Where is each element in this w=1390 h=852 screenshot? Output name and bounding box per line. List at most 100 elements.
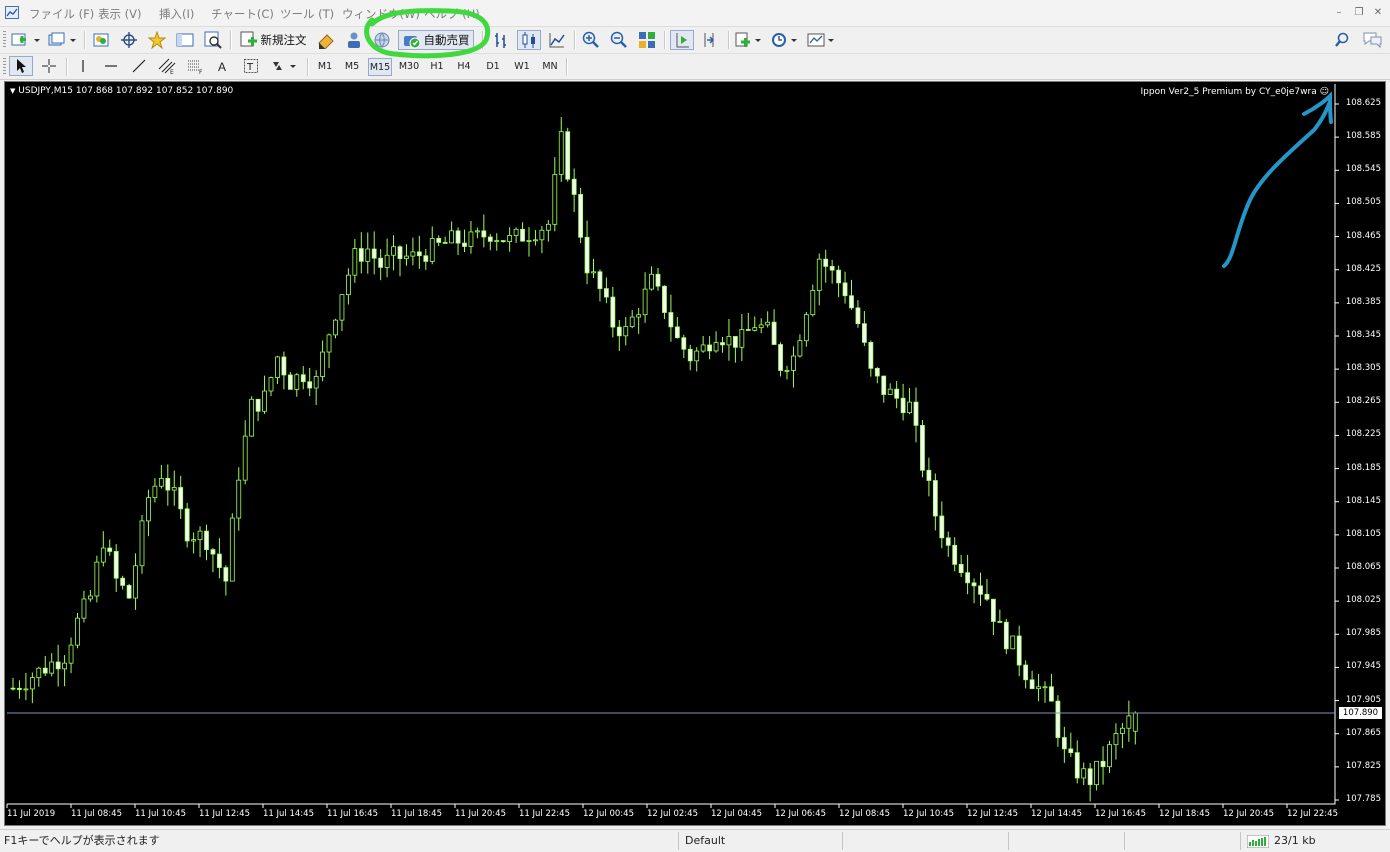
auto-scroll-button[interactable]: [699, 30, 721, 50]
cursor-tool-button[interactable]: [9, 56, 33, 76]
candle-body-bear: [958, 563, 964, 574]
indicators-button[interactable]: [734, 30, 764, 50]
bar-chart-button[interactable]: [490, 30, 512, 50]
status-profile[interactable]: Default: [685, 830, 725, 852]
zoom-in-button[interactable]: [580, 30, 602, 50]
time-tick-label: 11 Jul 18:45: [391, 809, 442, 819]
zoom-out-button[interactable]: [608, 30, 630, 50]
metaeditor-button[interactable]: [315, 30, 337, 50]
candle-body-bear: [932, 480, 938, 517]
candle-body-bull: [1036, 686, 1041, 690]
new-chart-button[interactable]: [10, 30, 42, 50]
candles: [10, 117, 1138, 802]
market-watch-button[interactable]: [90, 30, 112, 50]
timeframe-h1[interactable]: H1: [425, 58, 449, 76]
strategy-tester-button[interactable]: [202, 30, 224, 50]
candle-body-bull: [158, 477, 164, 487]
search-button[interactable]: [1332, 30, 1352, 50]
horizontal-line-button[interactable]: [100, 56, 122, 76]
candle-body-bull: [726, 336, 732, 346]
candle-body-bear: [1055, 700, 1061, 738]
restore-icon[interactable]: ❐: [1352, 7, 1366, 19]
candlestick-icon: [522, 32, 535, 48]
timeframe-h4[interactable]: H4: [452, 58, 476, 76]
trendline-button[interactable]: [128, 56, 150, 76]
timeframe-m1[interactable]: M1: [313, 58, 337, 76]
candle-body-bear: [1068, 748, 1074, 754]
vertical-line-button[interactable]: [72, 56, 94, 76]
vps-button[interactable]: [371, 30, 393, 50]
text-label-button[interactable]: T: [240, 56, 262, 76]
tile-windows-button[interactable]: [636, 30, 658, 50]
status-divider: [1124, 832, 1125, 850]
auto-trading-button[interactable]: 自動売買: [398, 30, 474, 50]
price-tick-label: 108.225: [1345, 429, 1381, 440]
candle-body-bull: [649, 273, 654, 290]
menu-chart[interactable]: チャート(C): [211, 6, 274, 22]
candle-body-bull: [752, 327, 758, 331]
candle-body-bull: [816, 258, 822, 291]
time-tick-label: 12 Jul 08:45: [839, 809, 890, 819]
toolbar-separator: [66, 58, 68, 76]
equidistant-channel-button[interactable]: E: [156, 56, 178, 76]
candle-body-bear: [745, 329, 751, 331]
toolbar-grip[interactable]: [3, 31, 6, 49]
text-tool-button[interactable]: A: [212, 56, 234, 76]
menu-help[interactable]: ヘルプ (H): [424, 6, 480, 22]
timeframe-mn[interactable]: MN: [537, 58, 563, 76]
candle-body-bull: [139, 520, 145, 567]
timeframe-d1[interactable]: D1: [481, 58, 505, 76]
candle-body-bull: [294, 374, 300, 390]
navigator-button[interactable]: [146, 30, 168, 50]
profiles-button[interactable]: [46, 30, 78, 50]
signals-button[interactable]: [343, 30, 365, 50]
price-chart[interactable]: [5, 82, 1385, 825]
candle-body-bear: [571, 178, 577, 195]
time-tick-label: 12 Jul 20:45: [1223, 809, 1274, 819]
chart-window[interactable]: ▼ USDJPY,M15 107.868 107.892 107.852 107…: [4, 81, 1386, 826]
timeframe-m15[interactable]: M15: [368, 58, 392, 76]
fibonacci-button[interactable]: F: [184, 56, 206, 76]
menu-bar: ファイル (F) 表示 (V) 挿入(I) チャート(C) ツール (T) ウィ…: [0, 0, 1390, 27]
candle-body-bear: [107, 547, 113, 552]
crosshair-tool-button[interactable]: [38, 56, 60, 76]
navigator-star-icon: [148, 31, 166, 49]
close-icon[interactable]: ✕: [1371, 7, 1385, 19]
new-order-button[interactable]: 新規注文: [237, 30, 309, 50]
candle-body-bear: [984, 593, 990, 600]
status-help-text: F1キーでヘルプが表示されます: [4, 834, 160, 847]
candle-body-bull: [333, 319, 338, 336]
app-logo-icon: [5, 6, 19, 19]
toolbar-grip[interactable]: [3, 58, 6, 76]
menu-insert[interactable]: 挿入(I): [159, 6, 194, 22]
crosshair-icon: [42, 59, 56, 73]
timeframe-m30[interactable]: M30: [396, 58, 422, 76]
new-chart-icon: [11, 33, 40, 46]
templates-button[interactable]: [805, 30, 837, 50]
menu-file[interactable]: ファイル (F): [29, 6, 94, 22]
timeframe-m5[interactable]: M5: [340, 58, 364, 76]
auto-scroll-icon: [704, 33, 715, 47]
timeframe-w1[interactable]: W1: [509, 58, 535, 76]
chart-title-arrow-icon[interactable]: ▼: [10, 87, 15, 95]
candle-body-bull: [713, 342, 719, 352]
arrows-menu-button[interactable]: [268, 56, 300, 76]
candle-body-bear: [281, 356, 287, 376]
candle-body-bear: [1074, 752, 1080, 779]
candle-body-bear: [210, 549, 216, 555]
status-divider: [1008, 832, 1009, 850]
chart-shift-button[interactable]: [670, 30, 694, 50]
menu-view[interactable]: 表示 (V): [98, 6, 142, 22]
candlestick-chart-button[interactable]: [517, 30, 541, 50]
data-window-button[interactable]: [118, 30, 140, 50]
chat-button[interactable]: [1360, 30, 1384, 50]
new-order-label: 新規注文: [260, 33, 307, 47]
menu-window[interactable]: ウィンドウ(W): [342, 6, 420, 22]
minimize-icon[interactable]: –: [1332, 7, 1346, 19]
candle-body-bear: [371, 248, 377, 259]
menu-tools[interactable]: ツール (T): [280, 6, 334, 22]
terminal-button[interactable]: [174, 30, 196, 50]
line-chart-button[interactable]: [546, 30, 568, 50]
expert-advisor-label[interactable]: Ippon Ver2_5 Premium by CY_e0je7wra ☺: [1141, 87, 1329, 97]
periods-button[interactable]: [768, 30, 800, 50]
